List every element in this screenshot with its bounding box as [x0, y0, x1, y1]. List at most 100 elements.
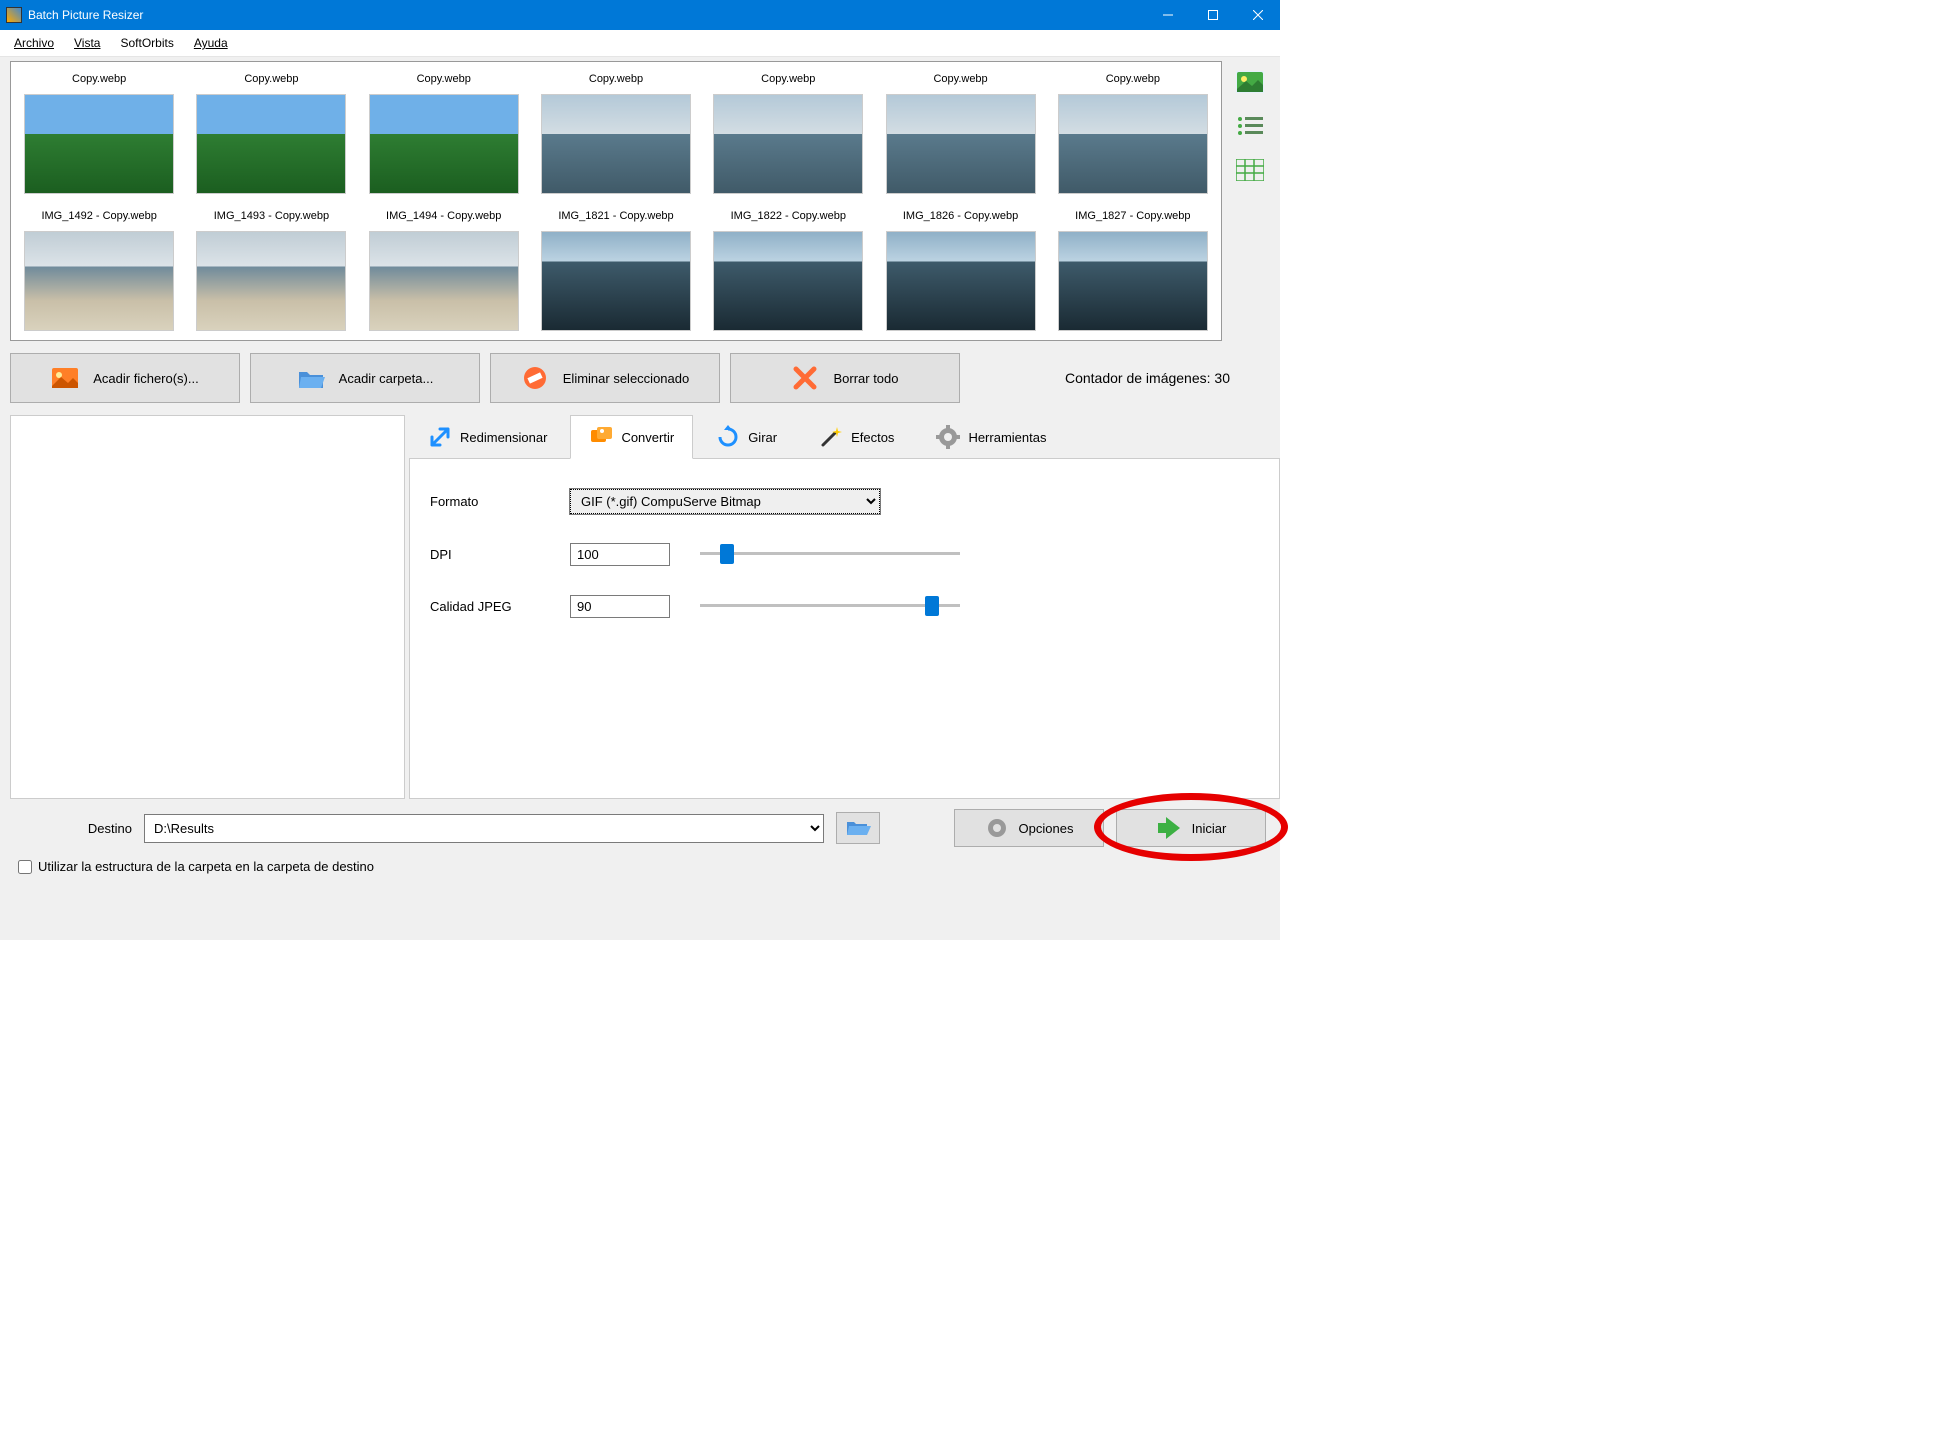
- thumbnail-image: [196, 231, 346, 331]
- thumbnail-label: IMG_1493 - Copy.webp: [214, 203, 329, 231]
- image-counter: Contador de imágenes: 30: [1065, 370, 1270, 386]
- jpeg-quality-slider[interactable]: [700, 594, 960, 618]
- thumbnail-item[interactable]: Copy.webp: [532, 66, 700, 199]
- thumbnail-label: Copy.webp: [589, 66, 643, 94]
- destination-label: Destino: [14, 821, 132, 836]
- start-button[interactable]: Iniciar: [1116, 809, 1266, 847]
- view-thumbnails-icon[interactable]: [1236, 71, 1264, 93]
- use-folder-structure-label: Utilizar la estructura de la carpeta en …: [38, 859, 374, 874]
- menu-bar: Archivo Vista SoftOrbits Ayuda: [0, 30, 1280, 57]
- dpi-label: DPI: [430, 547, 570, 562]
- gear-icon: [985, 816, 1009, 840]
- thumbnail-label: Copy.webp: [244, 66, 298, 94]
- thumbnail-image: [541, 231, 691, 331]
- menu-softorbits[interactable]: SoftOrbits: [110, 32, 183, 54]
- thumbnail-label: Copy.webp: [72, 66, 126, 94]
- clear-all-button[interactable]: Borrar todo: [730, 353, 960, 403]
- image-icon: [51, 366, 79, 390]
- thumbnail-label: IMG_1821 - Copy.webp: [558, 203, 673, 231]
- thumbnail-label: IMG_1492 - Copy.webp: [41, 203, 156, 231]
- thumbnail-label: IMG_1494 - Copy.webp: [386, 203, 501, 231]
- thumbnail-image: [713, 94, 863, 194]
- clear-icon: [791, 366, 819, 390]
- dpi-input[interactable]: [570, 543, 670, 566]
- window-titlebar: Batch Picture Resizer: [0, 0, 1280, 30]
- thumbnail-label: IMG_1826 - Copy.webp: [903, 203, 1018, 231]
- minimize-button[interactable]: [1145, 0, 1190, 30]
- jpeg-quality-input[interactable]: [570, 595, 670, 618]
- dpi-slider[interactable]: [700, 542, 960, 566]
- thumbnail-label: IMG_1822 - Copy.webp: [731, 203, 846, 231]
- thumbnail-item[interactable]: Copy.webp: [704, 66, 872, 199]
- thumbnail-label: Copy.webp: [1106, 66, 1160, 94]
- add-folder-label: Acadir carpeta...: [339, 371, 434, 386]
- menu-ayuda[interactable]: Ayuda: [184, 32, 238, 54]
- tabs-bar: Redimensionar Convertir Girar Efectos He…: [409, 415, 1280, 459]
- format-label: Formato: [430, 494, 570, 509]
- resize-icon: [428, 425, 452, 449]
- thumbnail-image: [1058, 231, 1208, 331]
- maximize-button[interactable]: [1190, 0, 1235, 30]
- add-folder-button[interactable]: Acadir carpeta...: [250, 353, 480, 403]
- thumbnail-label: IMG_1827 - Copy.webp: [1075, 203, 1190, 231]
- remove-selected-button[interactable]: Eliminar seleccionado: [490, 353, 720, 403]
- thumbnail-image: [886, 231, 1036, 331]
- thumbnail-item[interactable]: Copy.webp: [360, 66, 528, 199]
- thumbnail-item[interactable]: IMG_1492 - Copy.webp: [15, 203, 183, 336]
- effects-icon: [819, 425, 843, 449]
- thumbnail-image: [24, 231, 174, 331]
- menu-vista[interactable]: Vista: [64, 32, 110, 54]
- rotate-icon: [716, 425, 740, 449]
- clear-all-label: Borrar todo: [833, 371, 898, 386]
- add-files-button[interactable]: Acadir fichero(s)...: [10, 353, 240, 403]
- gear-icon: [936, 425, 960, 449]
- thumbnail-image: [886, 94, 1036, 194]
- thumbnail-label: Copy.webp: [933, 66, 987, 94]
- tab-tools[interactable]: Herramientas: [917, 415, 1065, 459]
- tab-rotate[interactable]: Girar: [697, 415, 796, 459]
- browse-folder-button[interactable]: [836, 812, 880, 844]
- format-select[interactable]: GIF (*.gif) CompuServe Bitmap: [570, 489, 880, 514]
- view-mode-sidebar: [1230, 61, 1270, 341]
- close-button[interactable]: [1235, 0, 1280, 30]
- menu-archivo[interactable]: Archivo: [4, 32, 64, 54]
- preview-pane: [10, 415, 405, 799]
- destination-select[interactable]: D:\Results: [144, 814, 824, 843]
- thumbnail-item[interactable]: Copy.webp: [187, 66, 355, 199]
- tab-content-convert: Formato GIF (*.gif) CompuServe Bitmap DP…: [409, 458, 1280, 799]
- jpeg-quality-label: Calidad JPEG: [430, 599, 570, 614]
- window-title: Batch Picture Resizer: [28, 8, 1145, 22]
- thumbnail-item[interactable]: IMG_1494 - Copy.webp: [360, 203, 528, 336]
- app-icon: [6, 7, 22, 23]
- remove-icon: [521, 366, 549, 390]
- folder-open-icon: [845, 817, 871, 839]
- thumbnail-image: [1058, 94, 1208, 194]
- actions-toolbar: Acadir fichero(s)... Acadir carpeta... E…: [10, 341, 1270, 415]
- tab-effects[interactable]: Efectos: [800, 415, 913, 459]
- thumbnail-item[interactable]: IMG_1826 - Copy.webp: [876, 203, 1044, 336]
- tab-resize[interactable]: Redimensionar: [409, 415, 566, 459]
- options-button[interactable]: Opciones: [954, 809, 1104, 847]
- thumbnail-item[interactable]: IMG_1821 - Copy.webp: [532, 203, 700, 336]
- thumbnail-item[interactable]: IMG_1822 - Copy.webp: [704, 203, 872, 336]
- use-folder-structure-checkbox[interactable]: [18, 860, 32, 874]
- thumbnail-image: [369, 231, 519, 331]
- thumbnail-item[interactable]: Copy.webp: [15, 66, 183, 199]
- thumbnails-panel[interactable]: Copy.webp Copy.webp Copy.webp Copy.webp Copy…: [10, 61, 1222, 341]
- play-arrow-icon: [1156, 817, 1182, 839]
- thumbnail-image: [369, 94, 519, 194]
- thumbnail-label: Copy.webp: [761, 66, 815, 94]
- remove-selected-label: Eliminar seleccionado: [563, 371, 689, 386]
- thumbnail-label: Copy.webp: [417, 66, 471, 94]
- view-list-icon[interactable]: [1236, 115, 1264, 137]
- convert-icon: [589, 425, 613, 449]
- thumbnail-image: [24, 94, 174, 194]
- thumbnail-item[interactable]: Copy.webp: [876, 66, 1044, 199]
- tab-convert[interactable]: Convertir: [570, 415, 693, 459]
- thumbnail-image: [713, 231, 863, 331]
- thumbnail-item[interactable]: Copy.webp: [1049, 66, 1217, 199]
- thumbnail-item[interactable]: IMG_1827 - Copy.webp: [1049, 203, 1217, 336]
- thumbnail-item[interactable]: IMG_1493 - Copy.webp: [187, 203, 355, 336]
- folder-icon: [297, 366, 325, 390]
- view-grid-icon[interactable]: [1236, 159, 1264, 181]
